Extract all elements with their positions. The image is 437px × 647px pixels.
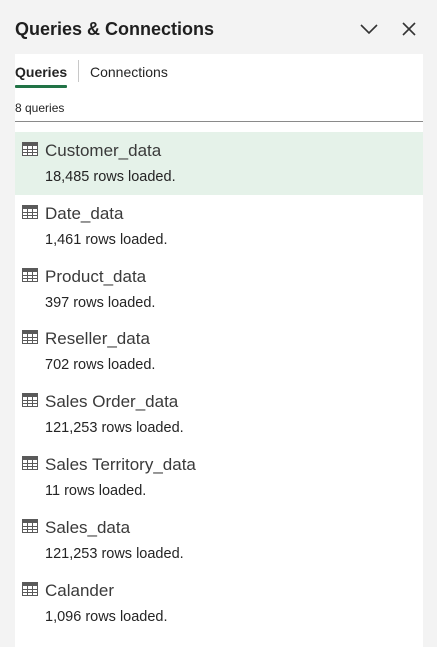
query-item[interactable]: Calander 1,096 rows loaded. [15,572,423,635]
query-name: Calander [45,580,114,600]
tab-connections[interactable]: Connections [90,64,168,80]
query-name: Product_data [45,266,147,286]
query-rows-loaded: 1,096 rows loaded. [45,608,168,625]
close-icon [402,22,416,36]
table-icon [22,518,38,533]
tab-divider [78,60,79,82]
table-icon [22,142,38,156]
query-rows-loaded: 397 rows loaded. [45,294,156,311]
query-count: 8 queries [15,101,65,115]
queries-panel: Queries Connections 8 queries Customer_d… [15,54,423,647]
query-item[interactable]: Product_data 397 rows loaded. [15,258,423,321]
divider [15,121,423,122]
query-item[interactable]: Sales Order_data 121,253 rows loaded. [15,383,423,446]
query-list: Customer_data 18,485 rows loaded. Date_d… [15,132,423,634]
query-name: Sales_data [45,517,131,537]
query-rows-loaded: 702 rows loaded. [45,357,156,374]
pane-title: Queries & Connections [15,19,215,39]
pane-header: Queries & Connections [0,0,437,54]
active-tab-indicator [15,85,67,88]
close-pane-button[interactable] [397,17,421,41]
tab-queries[interactable]: Queries [15,64,67,80]
query-name: Sales Territory_data [45,454,196,474]
query-name: Sales Order_data [45,392,179,412]
query-item[interactable]: Reseller_data 702 rows loaded. [15,320,423,383]
tab-bar: Queries Connections [15,54,423,90]
query-name: Date_data [45,203,124,223]
table-icon [22,581,38,596]
query-rows-loaded: 1,461 rows loaded. [45,231,168,248]
query-item[interactable]: Date_data 1,461 rows loaded. [15,195,423,258]
table-icon [22,455,38,470]
query-item[interactable]: Sales_data 121,253 rows loaded. [15,509,423,572]
query-rows-loaded: 18,485 rows loaded. [45,169,176,185]
query-name: Customer_data [45,141,162,160]
query-item[interactable]: Customer_data 18,485 rows loaded. [15,132,423,195]
table-icon [22,267,38,282]
table-icon [22,330,38,345]
query-rows-loaded: 121,253 rows loaded. [45,545,184,562]
collapse-pane-button[interactable] [357,17,381,41]
query-item[interactable]: Sales Territory_data 11 rows loaded. [15,446,423,509]
table-icon [22,393,38,408]
chevron-down-icon [360,24,378,35]
query-name: Reseller_data [45,329,150,349]
query-rows-loaded: 11 rows loaded. [45,482,147,499]
table-icon [22,204,38,219]
query-rows-loaded: 121,253 rows loaded. [45,420,184,437]
